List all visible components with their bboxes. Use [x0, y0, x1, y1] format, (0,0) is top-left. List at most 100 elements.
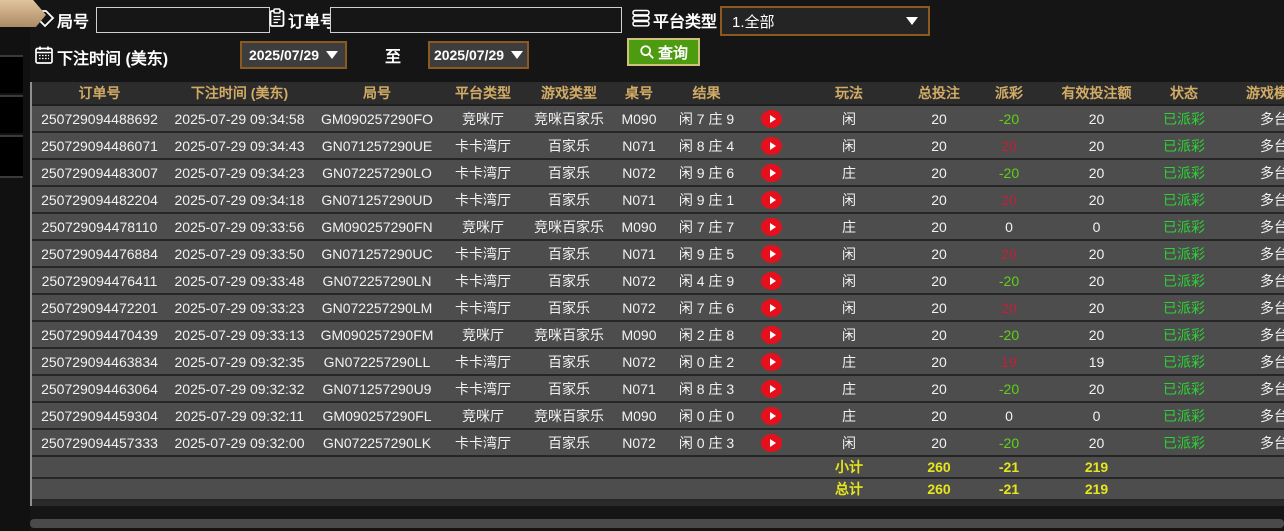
- platform-cell: 卡卡湾厅: [442, 190, 524, 210]
- bet-on-cell: 闲: [794, 271, 904, 291]
- round-no-cell: GM090257290FM: [312, 327, 442, 343]
- play-replay-icon[interactable]: [761, 434, 782, 452]
- order-no-cell: 250729094476411: [32, 273, 167, 289]
- platform-type-select[interactable]: 1.全部: [720, 6, 930, 36]
- chevron-down-icon: [906, 17, 918, 25]
- grand-total-total-bet: 260: [904, 481, 974, 497]
- platform-cell: 卡卡湾厅: [442, 433, 524, 453]
- play-replay-icon[interactable]: [761, 299, 782, 317]
- round-no-label: 局号: [57, 8, 89, 32]
- play-replay-icon[interactable]: [761, 326, 782, 344]
- round-no-cell: GN071257290UC: [312, 246, 442, 262]
- platform-cell: 竞咪厅: [442, 217, 524, 237]
- result-cell: 闲 2 庄 8: [664, 325, 749, 345]
- game-type-cell: 百家乐: [524, 163, 614, 183]
- grand-total-valid-bet: 219: [1044, 481, 1149, 497]
- game-mode-cell: 多台: [1219, 298, 1284, 318]
- table-no-cell: M090: [614, 219, 664, 235]
- play-replay-icon[interactable]: [761, 353, 782, 371]
- total-bet-cell: 20: [904, 435, 974, 451]
- game-mode-cell: 多台: [1219, 271, 1284, 291]
- order-no-input[interactable]: [330, 7, 622, 33]
- payout-cell: 0: [974, 408, 1044, 424]
- horizontal-scrollbar[interactable]: [30, 519, 1284, 528]
- round-no-input[interactable]: [96, 7, 270, 33]
- play-replay-icon[interactable]: [761, 407, 782, 425]
- round-no-cell: GN072257290LK: [312, 435, 442, 451]
- order-no-cell: 250729094472201: [32, 300, 167, 316]
- total-bet-cell: 20: [904, 138, 974, 154]
- table-no-cell: N072: [614, 165, 664, 181]
- bet-on-cell: 庄: [794, 217, 904, 237]
- order-no-cell: 250729094457333: [32, 435, 167, 451]
- play-replay-icon[interactable]: [761, 137, 782, 155]
- replay-cell: [749, 380, 794, 398]
- bet-time-cell: 2025-07-29 09:32:00: [167, 435, 312, 451]
- replay-cell: [749, 353, 794, 371]
- game-mode-cell: 多台: [1219, 379, 1284, 399]
- subtotal-label: 小计: [794, 457, 904, 477]
- round-no-cell: GM090257290FO: [312, 111, 442, 127]
- bet-on-cell: 闲: [794, 244, 904, 264]
- col-header-bet-on: 玩法: [794, 83, 904, 103]
- play-replay-icon[interactable]: [761, 191, 782, 209]
- table-row: 250729094463064 2025-07-29 09:32:32 GN07…: [32, 376, 1284, 403]
- bet-on-cell: 闲: [794, 136, 904, 156]
- play-replay-icon[interactable]: [761, 380, 782, 398]
- order-no-cell: 250729094470439: [32, 327, 167, 343]
- date-to-picker[interactable]: 2025/07/29: [428, 41, 529, 69]
- table-row: 250729094488692 2025-07-29 09:34:58 GM09…: [32, 106, 1284, 133]
- table-no-cell: N071: [614, 246, 664, 262]
- game-mode-cell: 多台: [1219, 433, 1284, 453]
- table-row: 250729094472201 2025-07-29 09:33:23 GN07…: [32, 295, 1284, 322]
- play-replay-icon[interactable]: [761, 164, 782, 182]
- order-no-cell: 250729094483007: [32, 165, 167, 181]
- payout-cell: -20: [974, 273, 1044, 289]
- valid-bet-cell: 20: [1044, 138, 1149, 154]
- play-replay-icon[interactable]: [761, 245, 782, 263]
- result-cell: 闲 9 庄 5: [664, 244, 749, 264]
- bet-time-cell: 2025-07-29 09:33:50: [167, 246, 312, 262]
- col-header-platform: 平台类型: [442, 83, 524, 103]
- replay-cell: [749, 299, 794, 317]
- status-cell: 已派彩: [1149, 109, 1219, 129]
- game-type-cell: 百家乐: [524, 136, 614, 156]
- bet-time-cell: 2025-07-29 09:32:35: [167, 354, 312, 370]
- table-no-cell: N071: [614, 381, 664, 397]
- valid-bet-cell: 20: [1044, 381, 1149, 397]
- table-no-cell: N071: [614, 138, 664, 154]
- search-icon: [639, 44, 655, 60]
- play-replay-icon[interactable]: [761, 218, 782, 236]
- col-header-result: 结果: [664, 83, 749, 103]
- status-cell: 已派彩: [1149, 163, 1219, 183]
- play-replay-icon[interactable]: [761, 110, 782, 128]
- status-cell: 已派彩: [1149, 136, 1219, 156]
- order-no-cell: 250729094486071: [32, 138, 167, 154]
- order-no-label: 订单号: [288, 8, 336, 32]
- platform-cell: 卡卡湾厅: [442, 298, 524, 318]
- payout-cell: -20: [974, 381, 1044, 397]
- result-cell: 闲 7 庄 9: [664, 109, 749, 129]
- payout-cell: 20: [974, 192, 1044, 208]
- strip-block: [0, 55, 23, 93]
- col-header-game-type: 游戏类型: [524, 83, 614, 103]
- total-bet-cell: 20: [904, 165, 974, 181]
- calendar-icon: [34, 45, 54, 65]
- total-bet-cell: 20: [904, 192, 974, 208]
- strip-block: [0, 95, 23, 133]
- date-from-picker[interactable]: 2025/07/29: [240, 41, 347, 69]
- replay-cell: [749, 407, 794, 425]
- total-bet-cell: 20: [904, 327, 974, 343]
- total-bet-cell: 20: [904, 111, 974, 127]
- bet-on-cell: 庄: [794, 352, 904, 372]
- search-button[interactable]: 查询: [627, 38, 700, 66]
- total-bet-cell: 20: [904, 273, 974, 289]
- play-replay-icon[interactable]: [761, 272, 782, 290]
- bet-on-cell: 闲: [794, 109, 904, 129]
- game-type-cell: 百家乐: [524, 190, 614, 210]
- round-no-cell: GN072257290LL: [312, 354, 442, 370]
- result-cell: 闲 0 庄 2: [664, 352, 749, 372]
- round-no-cell: GM090257290FN: [312, 219, 442, 235]
- round-no-cell: GN071257290UD: [312, 192, 442, 208]
- payout-cell: -20: [974, 435, 1044, 451]
